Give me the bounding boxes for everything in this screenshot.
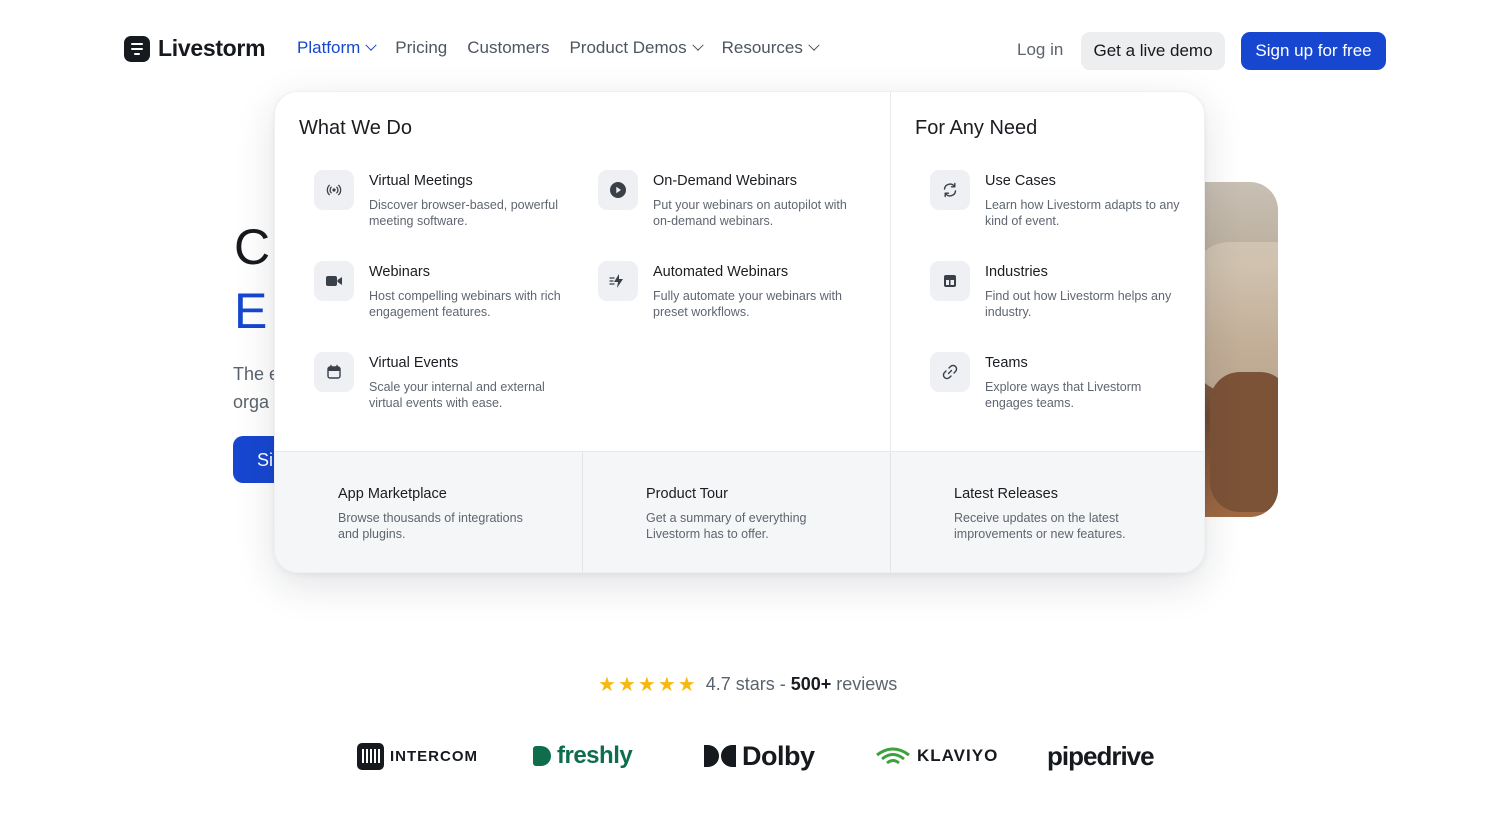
menu-item-desc: Find out how Livestorm helps any industr… <box>985 289 1172 319</box>
footer-item-desc: Receive updates on the latest improvemen… <box>954 511 1126 541</box>
menu-item-desc: Put your webinars on autopilot with on-d… <box>653 198 847 228</box>
review-text: 4.7 stars - 500+ reviews <box>706 674 898 695</box>
link-icon <box>930 352 970 392</box>
menu-item-title: Industries <box>985 264 1048 280</box>
footer-item-title: Product Tour <box>646 486 728 502</box>
nav-customers[interactable]: Customers <box>467 38 549 58</box>
menu-item-desc: Fully automate your webinars with preset… <box>653 289 842 319</box>
footer-item-latest-releases[interactable]: Latest Releases Receive updates on the l… <box>891 452 1204 572</box>
footer-item-title: Latest Releases <box>954 486 1058 502</box>
menu-item-desc: Learn how Livestorm adapts to any kind o… <box>985 198 1180 228</box>
refresh-icon <box>930 170 970 210</box>
hero-heading-line2: E <box>234 283 268 339</box>
intercom-icon <box>357 742 384 770</box>
menu-item-automated-webinars[interactable]: Automated Webinars Fully automate your w… <box>598 261 868 331</box>
star-icon: ★ <box>637 673 656 696</box>
dropdown-footer: App Marketplace Browse thousands of inte… <box>275 451 1204 572</box>
chevron-down-icon <box>365 39 377 51</box>
menu-item-industries[interactable]: Industries Find out how Livestorm helps … <box>930 261 1200 331</box>
pipedrive-wordmark: pipedrive <box>1047 740 1155 771</box>
broadcast-icon <box>314 170 354 210</box>
menu-item-virtual-meetings[interactable]: Virtual Meetings Discover browser-based,… <box>314 170 584 240</box>
site-header: Livestorm Platform Pricing Customers Pro… <box>0 0 1512 100</box>
hero-heading-line1: C <box>234 219 271 275</box>
review-suffix: reviews <box>831 674 898 694</box>
video-camera-icon <box>314 261 354 301</box>
menu-item-use-cases[interactable]: Use Cases Learn how Livestorm adapts to … <box>930 170 1200 240</box>
freshly-icon <box>533 746 551 766</box>
menu-item-desc: Discover browser-based, powerful meeting… <box>369 198 558 228</box>
signup-button[interactable]: Sign up for free <box>1241 32 1386 70</box>
layout-icon <box>930 261 970 301</box>
menu-item-teams[interactable]: Teams Explore ways that Livestorm engage… <box>930 352 1200 422</box>
menu-item-title: Virtual Events <box>369 355 459 371</box>
menu-item-title: Virtual Meetings <box>369 173 473 189</box>
pipedrive-logo: pipedrive <box>1047 738 1155 774</box>
intercom-wordmark: INTERCOM <box>390 747 478 765</box>
login-link[interactable]: Log in <box>1017 40 1063 60</box>
star-icon: ★ <box>598 673 616 696</box>
for-any-need-title: For Any Need <box>915 117 1038 139</box>
calendar-icon <box>314 352 354 392</box>
freshly-logo: freshly <box>533 738 633 774</box>
footer-item-desc: Browse thousands of integrations and plu… <box>338 511 523 541</box>
dolby-wordmark: Dolby <box>742 740 815 771</box>
lightning-icon <box>598 261 638 301</box>
footer-item-desc: Get a summary of everything Livestorm ha… <box>646 511 807 541</box>
reviews-summary: ★ ★ ★ ★ ★ 4.7 stars - 500+ reviews <box>598 674 897 695</box>
rating-text: 4.7 stars - <box>705 674 791 694</box>
star-icon: ★ <box>657 673 676 696</box>
klaviyo-logo: KLAVIYO <box>875 738 998 774</box>
intercom-logo: INTERCOM <box>357 738 478 774</box>
live-demo-button[interactable]: Get a live demo <box>1081 32 1225 70</box>
menu-item-on-demand-webinars[interactable]: On-Demand Webinars Put your webinars on … <box>598 170 868 240</box>
customer-logos: INTERCOM freshly Dolby KLAVIYO pipedrive <box>357 738 1157 778</box>
klaviyo-wordmark: KLAVIYO <box>917 746 999 765</box>
freshly-wordmark: freshly <box>557 742 633 769</box>
menu-item-virtual-events[interactable]: Virtual Events Scale your internal and e… <box>314 352 584 422</box>
play-icon <box>598 170 638 210</box>
nav-resources-label: Resources <box>721 38 803 57</box>
dropdown-divider <box>890 92 891 451</box>
menu-item-title: On-Demand Webinars <box>653 173 797 189</box>
what-we-do-title: What We Do <box>299 117 412 139</box>
nav-product-demos-label: Product Demos <box>569 38 687 57</box>
footer-item-title: App Marketplace <box>338 486 447 502</box>
nav-platform-label: Platform <box>297 38 361 57</box>
platform-dropdown-menu: What We Do For Any Need Virtual Meetings… <box>274 91 1205 573</box>
menu-item-webinars[interactable]: Webinars Host compelling webinars with r… <box>314 261 584 331</box>
star-rating: ★ ★ ★ ★ ★ <box>598 675 696 695</box>
main-nav: Platform Pricing Customers Product Demos… <box>297 38 820 58</box>
nav-product-demos[interactable]: Product Demos <box>569 38 704 58</box>
livestorm-logo[interactable]: Livestorm <box>124 35 266 62</box>
nav-customers-label: Customers <box>467 38 550 57</box>
menu-item-desc: Host compelling webinars with rich engag… <box>369 289 561 319</box>
nav-pricing-label: Pricing <box>395 38 448 57</box>
nav-resources[interactable]: Resources <box>721 38 820 58</box>
review-count: 500+ <box>790 674 832 694</box>
menu-item-title: Use Cases <box>985 173 1056 189</box>
star-icon: ★ <box>617 673 636 696</box>
star-icon: ★ <box>677 673 696 696</box>
footer-item-product-tour[interactable]: Product Tour Get a summary of everything… <box>583 452 891 572</box>
footer-item-app-marketplace[interactable]: App Marketplace Browse thousands of inte… <box>275 452 583 572</box>
menu-item-title: Teams <box>985 355 1028 371</box>
dolby-icon <box>704 745 736 767</box>
nav-pricing[interactable]: Pricing <box>395 38 447 58</box>
livestorm-logo-icon <box>124 35 150 62</box>
chevron-down-icon <box>691 39 704 51</box>
dolby-logo: Dolby <box>704 738 815 774</box>
menu-item-title: Webinars <box>369 264 430 280</box>
brand-name: Livestorm <box>158 35 266 61</box>
menu-item-desc: Explore ways that Livestorm engages team… <box>985 380 1142 410</box>
menu-item-title: Automated Webinars <box>653 264 789 280</box>
nav-platform[interactable]: Platform <box>297 38 377 58</box>
menu-item-desc: Scale your internal and external virtual… <box>369 380 545 410</box>
klaviyo-icon <box>876 747 910 765</box>
chevron-down-icon <box>808 39 820 51</box>
